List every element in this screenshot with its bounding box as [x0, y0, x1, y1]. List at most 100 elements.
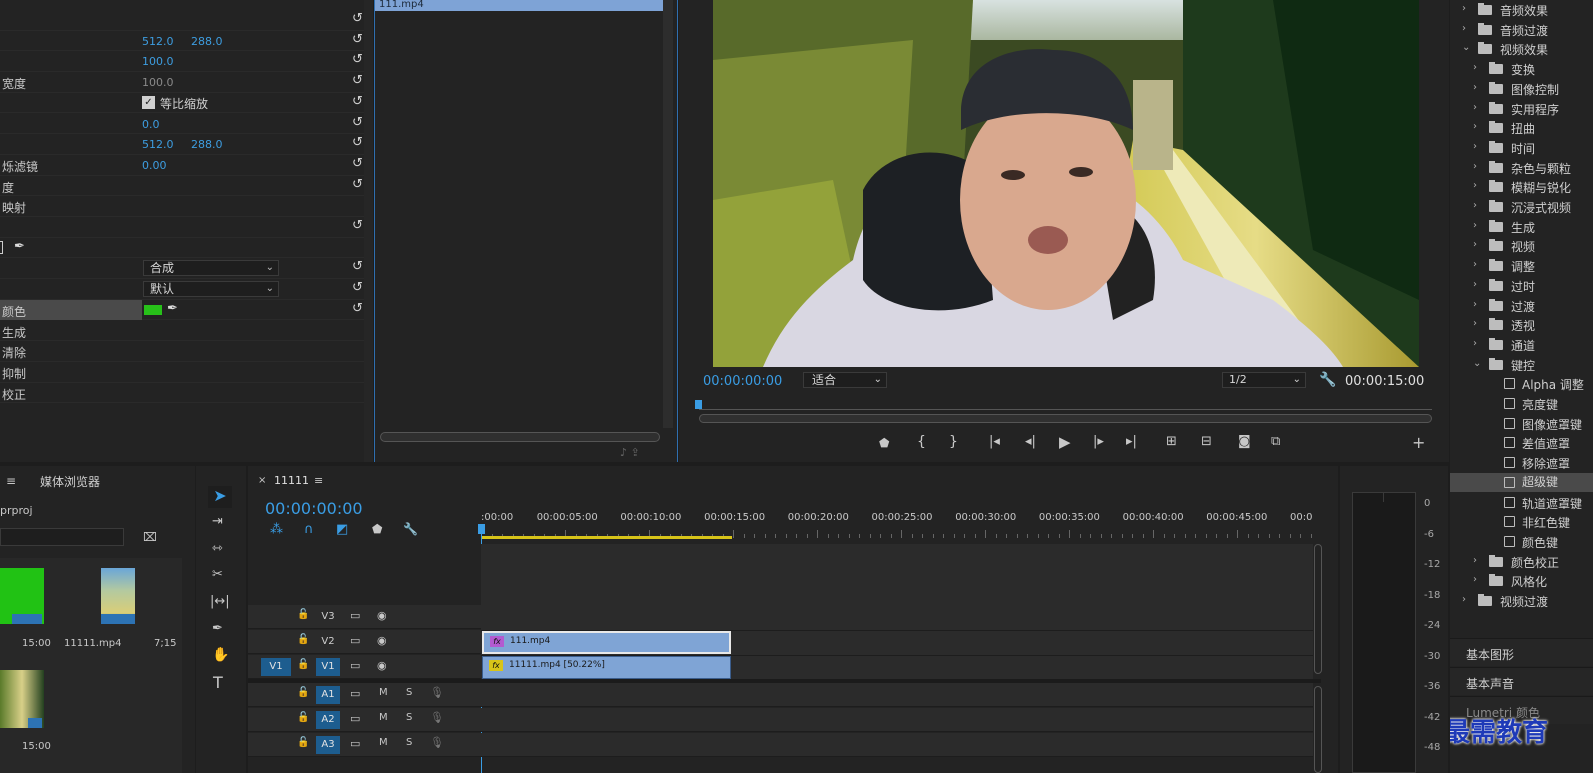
solo-button[interactable]: S — [406, 687, 412, 698]
chevron-right-icon[interactable]: › — [1473, 200, 1477, 211]
chevron-right-icon[interactable]: › — [1462, 23, 1466, 34]
effects-tree-item[interactable]: 移除遮罩 — [1450, 453, 1593, 473]
add-marker-icon[interactable]: ⬟ — [879, 436, 889, 450]
work-area-bar[interactable] — [482, 536, 732, 539]
effects-tree-item[interactable]: › 颜色校正 — [1450, 552, 1593, 572]
step-forward-icon[interactable]: |▸ — [1093, 434, 1104, 449]
effects-tree-item[interactable]: › 过渡 — [1450, 296, 1593, 316]
eye-icon[interactable]: ◉ — [377, 659, 387, 672]
magnet-icon[interactable]: ∩ — [304, 522, 314, 537]
property-dropdown[interactable]: 默认 ⌄ — [143, 281, 279, 298]
effects-tree-item[interactable]: ⌄ 视频效果 — [1450, 39, 1593, 59]
eye-icon[interactable]: ◉ — [377, 634, 387, 647]
effects-tree-item[interactable]: 差值遮罩 — [1450, 433, 1593, 453]
video-track-header[interactable]: 🔓 V3 ▭ ◉ — [248, 605, 481, 629]
effects-tree-item[interactable]: › 风格化 — [1450, 571, 1593, 591]
chevron-down-icon[interactable]: ⌄ — [1473, 358, 1481, 369]
property-value[interactable]: 512.0 — [142, 35, 174, 48]
effects-tree-item[interactable]: › 图像控制 — [1450, 79, 1593, 99]
fit-dropdown[interactable]: 适合 ⌄ — [803, 372, 887, 388]
chevron-right-icon[interactable]: › — [1473, 555, 1477, 566]
program-time-ruler[interactable] — [699, 400, 1432, 410]
effects-tree-item[interactable]: › 通道 — [1450, 335, 1593, 355]
mic-icon[interactable]: 🎙 — [430, 711, 444, 724]
chevron-right-icon[interactable]: › — [1473, 161, 1477, 172]
close-icon[interactable]: × — [258, 475, 266, 486]
timeline-vscroll-top[interactable] — [1314, 544, 1322, 674]
ripple-edit-icon[interactable]: ⇿ — [212, 541, 223, 556]
pen-icon[interactable]: ✒ — [14, 239, 25, 254]
key-color-swatch[interactable] — [144, 304, 162, 315]
uniform-scale-checkbox[interactable]: ✓ — [142, 95, 155, 109]
track-divider[interactable] — [248, 679, 1321, 683]
chevron-right-icon[interactable]: › — [1473, 62, 1477, 73]
wrench-icon[interactable]: 🔧 — [403, 522, 418, 536]
chevron-right-icon[interactable]: › — [1473, 259, 1477, 270]
go-to-in-icon[interactable]: |◂ — [989, 434, 1000, 449]
sequence-tab[interactable]: 11111 — [274, 474, 309, 487]
effects-tree-item[interactable]: › 视频 — [1450, 236, 1593, 256]
effects-tree-item[interactable]: 轨道遮罩键 — [1450, 493, 1593, 513]
snap-icon[interactable]: ⁂ — [270, 522, 283, 537]
project-search-input[interactable] — [0, 528, 124, 546]
track-name[interactable]: A2 — [316, 711, 340, 729]
effects-tree-item[interactable]: › 音频过渡 — [1450, 20, 1593, 40]
lock-icon[interactable]: 🔓 — [297, 634, 309, 645]
eye-icon[interactable]: ◉ — [377, 609, 387, 622]
lift-icon[interactable]: ⊞ — [1166, 434, 1177, 449]
track-name[interactable]: V3 — [316, 608, 340, 626]
effects-tree-item[interactable]: 非红色键 — [1450, 512, 1593, 532]
track-name[interactable]: V2 — [316, 633, 340, 651]
effects-tree-item[interactable]: › 杂色与颗粒 — [1450, 158, 1593, 178]
property-dropdown[interactable]: 合成 ⌄ — [143, 260, 279, 277]
audio-track-header[interactable]: 🔓 A1 ▭ M S 🎙 — [248, 683, 1313, 707]
extract-icon[interactable]: ⊟ — [1201, 434, 1212, 449]
mic-icon[interactable]: 🎙 — [430, 736, 444, 749]
timeline-ruler[interactable]: :00:00 00:00:05:00 00:00:10:00 00:00:15:00 0… — [481, 506, 1321, 538]
effects-tree-item[interactable]: › 透视 — [1450, 315, 1593, 335]
timeline-clip[interactable]: fx 11111.mp4 [50.22%] — [482, 656, 731, 679]
property-value-2[interactable]: 288.0 — [191, 138, 223, 151]
audio-export-icon[interactable]: ♪ ⇪ — [620, 446, 640, 459]
effects-section-header[interactable]: 基本声音 — [1450, 667, 1593, 695]
sync-lock-icon[interactable]: ▭ — [350, 634, 360, 647]
effects-tree-item[interactable]: › 沉浸式视频 — [1450, 197, 1593, 217]
chevron-right-icon[interactable]: › — [1473, 220, 1477, 231]
chevron-right-icon[interactable]: › — [1462, 594, 1466, 605]
audio-track-header[interactable]: 🔓 A2 ▭ M S 🎙 — [248, 708, 1313, 732]
mark-in-icon[interactable]: { — [917, 434, 926, 450]
track-name[interactable]: V1 — [316, 658, 340, 676]
effects-tree-item[interactable]: › 实用程序 — [1450, 99, 1593, 119]
linked-select-icon[interactable]: ◩ — [336, 522, 348, 537]
effects-tree-item[interactable]: ⌄ 键控 — [1450, 355, 1593, 375]
ec-scrollbar[interactable] — [364, 0, 373, 462]
track-name[interactable]: A1 — [316, 686, 340, 704]
effects-tree-item[interactable]: 颜色键 — [1450, 532, 1593, 552]
effects-tree-item[interactable]: › 扭曲 — [1450, 118, 1593, 138]
source-vscroll[interactable] — [663, 0, 673, 428]
chevron-right-icon[interactable]: › — [1473, 318, 1477, 329]
timeline-vscroll-bottom[interactable] — [1314, 686, 1322, 773]
property-value-2[interactable]: 288.0 — [191, 35, 223, 48]
effects-tree-item[interactable]: › 调整 — [1450, 256, 1593, 276]
track-name[interactable]: A3 — [316, 736, 340, 754]
effects-tree-item[interactable]: › 音频效果 — [1450, 0, 1593, 20]
property-value[interactable]: 0.0 — [142, 118, 160, 131]
razor-icon[interactable]: ✂ — [212, 567, 223, 582]
eyedropper-icon[interactable]: ✒ — [167, 301, 178, 316]
chevron-right-icon[interactable]: › — [1473, 299, 1477, 310]
chevron-right-icon[interactable]: › — [1462, 3, 1466, 14]
playhead-marker[interactable] — [478, 524, 485, 534]
chevron-right-icon[interactable]: › — [1473, 574, 1477, 585]
lock-icon[interactable]: 🔓 — [297, 712, 309, 723]
chevron-right-icon[interactable]: › — [1473, 82, 1477, 93]
solo-button[interactable]: S — [406, 712, 412, 723]
playhead-marker[interactable] — [695, 400, 702, 409]
menu-icon[interactable]: ≡ — [6, 474, 16, 488]
slip-icon[interactable]: |↔| — [210, 594, 230, 609]
effects-section-header[interactable]: 基本图形 — [1450, 638, 1593, 666]
chevron-right-icon[interactable]: › — [1473, 279, 1477, 290]
effects-tree-item[interactable]: 亮度键 — [1450, 394, 1593, 414]
sync-lock-icon[interactable]: ▭ — [350, 609, 360, 622]
camera-icon[interactable]: ◙ — [1238, 434, 1251, 449]
